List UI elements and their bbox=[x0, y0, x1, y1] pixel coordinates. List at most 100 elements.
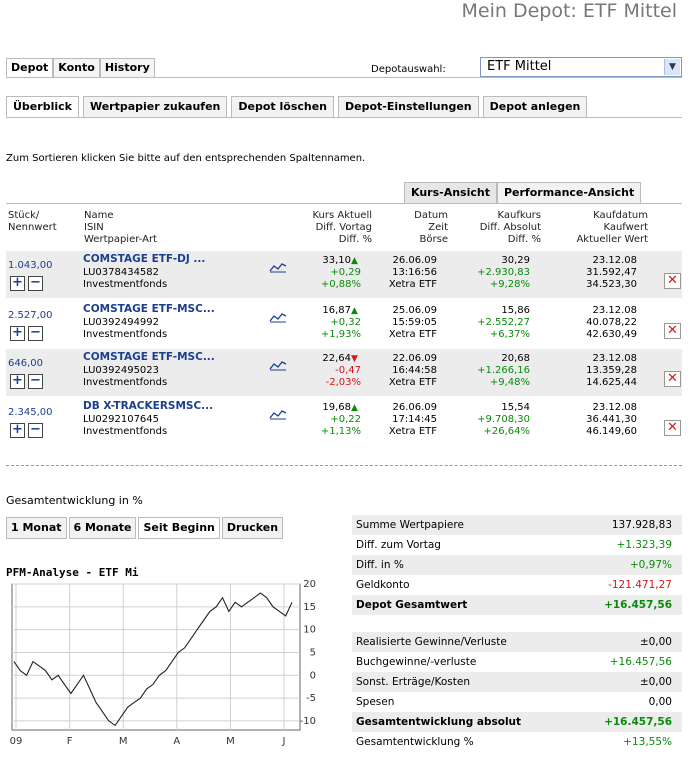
boerse: Xetra ETF bbox=[388, 279, 437, 290]
zeit: 13:16:56 bbox=[392, 267, 437, 278]
summary-value: 0,00 bbox=[648, 696, 672, 708]
tab-depot-anlegen[interactable]: Depot anlegen bbox=[482, 96, 588, 117]
tab-depot-loeschen[interactable]: Depot löschen bbox=[231, 96, 335, 117]
qty: 1.043,00 bbox=[8, 260, 53, 271]
summary-row: Spesen 0,00 bbox=[352, 692, 682, 712]
trend-arrow-icon: ▲ bbox=[351, 306, 358, 316]
diff-absolut: +9.708,30 bbox=[477, 414, 530, 425]
mini-chart-icon[interactable] bbox=[269, 359, 287, 371]
security-type: Investmentfonds bbox=[83, 426, 168, 437]
zeit: 15:59:05 bbox=[392, 317, 437, 328]
boerse: Xetra ETF bbox=[388, 426, 437, 437]
diff-absolut: +2.930,83 bbox=[477, 267, 530, 278]
y-tick-label: 20 bbox=[303, 579, 316, 590]
col-header-datum[interactable]: Datum Zeit Börse bbox=[414, 210, 448, 246]
tab-depot-einstellungen[interactable]: Depot-Einstellungen bbox=[338, 96, 479, 117]
diff-vortag: +0,29 bbox=[330, 267, 361, 278]
page-title: Mein Depot: ETF Mittel bbox=[461, 0, 677, 22]
diff-vortag: -0,47 bbox=[335, 365, 361, 376]
summary-value: +16.457,56 bbox=[604, 599, 672, 611]
remove-button[interactable]: − bbox=[28, 276, 43, 291]
chevron-down-icon[interactable]: ▼ bbox=[664, 59, 680, 75]
security-name-link[interactable]: DB X-TRACKERSMSC... bbox=[83, 400, 213, 412]
col-header-kurs[interactable]: Kurs Aktuell Diff. Vortag Diff. % bbox=[313, 210, 373, 246]
sub-tabs: Überblick Wertpapier zukaufen Depot lösc… bbox=[6, 96, 588, 117]
section-divider bbox=[6, 465, 682, 466]
sort-hint: Zum Sortieren klicken Sie bitte auf den … bbox=[6, 153, 366, 164]
boerse: Xetra ETF bbox=[388, 329, 437, 340]
tab-6-monate[interactable]: 6 Monate bbox=[68, 517, 137, 539]
summary-row: Realisierte Gewinne/Verluste ±0,00 bbox=[352, 632, 682, 652]
delete-icon[interactable]: ✕ bbox=[664, 273, 681, 289]
tab-ueberblick[interactable]: Überblick bbox=[6, 96, 79, 117]
table-row: 646,00 + − COMSTAGE ETF-MSC... LU0392495… bbox=[6, 349, 682, 396]
kaufdatum: 23.12.08 bbox=[592, 402, 637, 413]
col-header-stueck[interactable]: Stück/Nennwert bbox=[8, 210, 57, 234]
y-tick-label: 10 bbox=[303, 625, 316, 636]
kaufdatum: 23.12.08 bbox=[592, 255, 637, 266]
diff-absolut: +1.266,16 bbox=[477, 365, 530, 376]
y-tick-label: -5 bbox=[306, 693, 316, 704]
x-tick-label: F bbox=[67, 736, 73, 747]
summary-label: Summe Wertpapiere bbox=[356, 519, 464, 531]
tabs-divider bbox=[6, 77, 682, 78]
qty: 646,00 bbox=[8, 358, 43, 369]
aktueller-wert: 14.625,44 bbox=[586, 377, 637, 388]
trend-arrow-icon: ▲ bbox=[351, 256, 358, 266]
tab-wertpapier-zukaufen[interactable]: Wertpapier zukaufen bbox=[82, 96, 228, 117]
remove-button[interactable]: − bbox=[28, 423, 43, 438]
datum: 26.06.09 bbox=[392, 255, 437, 266]
main-tabs: Depot Konto History bbox=[6, 58, 155, 77]
summary-value: ±0,00 bbox=[639, 636, 672, 648]
security-name-link[interactable]: COMSTAGE ETF-MSC... bbox=[83, 303, 215, 315]
summary-row: Gesamtentwicklung % +13,55% bbox=[352, 732, 682, 752]
diff-absolut: +2.552,27 bbox=[477, 317, 530, 328]
remove-button[interactable]: − bbox=[28, 326, 43, 341]
add-button[interactable]: + bbox=[10, 423, 25, 438]
delete-icon[interactable]: ✕ bbox=[664, 323, 681, 339]
add-button[interactable]: + bbox=[10, 374, 25, 389]
isin: LU0292107645 bbox=[83, 414, 160, 425]
kaufwert: 36.441,30 bbox=[586, 414, 637, 425]
col-header-kaufkurs[interactable]: Kaufkurs Diff. Absolut Diff. % bbox=[480, 210, 541, 246]
remove-button[interactable]: − bbox=[28, 374, 43, 389]
security-name-link[interactable]: COMSTAGE ETF-MSC... bbox=[83, 351, 215, 363]
isin: LU0378434582 bbox=[83, 267, 160, 278]
summary-value: +16.457,56 bbox=[609, 656, 672, 668]
summary-label: Depot Gesamtwert bbox=[356, 599, 468, 611]
security-name-link[interactable]: COMSTAGE ETF-DJ ... bbox=[83, 253, 205, 265]
mini-chart-icon[interactable] bbox=[269, 408, 287, 420]
mini-chart-icon[interactable] bbox=[269, 261, 287, 273]
summary-label: Gesamtentwicklung absolut bbox=[356, 716, 522, 728]
tab-konto[interactable]: Konto bbox=[53, 58, 100, 77]
add-button[interactable]: + bbox=[10, 326, 25, 341]
col-header-kaufdatum[interactable]: Kaufdatum Kaufwert Aktueller Wert bbox=[576, 210, 648, 246]
x-tick-label: 09 bbox=[10, 736, 23, 747]
summary-value: ±0,00 bbox=[639, 676, 672, 688]
mini-chart-icon[interactable] bbox=[269, 311, 287, 323]
add-button[interactable]: + bbox=[10, 276, 25, 291]
diff-pct-kauf: +26,64% bbox=[483, 426, 530, 437]
diff-pct: +1,93% bbox=[320, 329, 361, 340]
qty: 2.345,00 bbox=[8, 407, 53, 418]
delete-icon[interactable]: ✕ bbox=[664, 371, 681, 387]
diff-pct-kauf: +9,28% bbox=[489, 279, 530, 290]
diff-pct: +0,88% bbox=[320, 279, 361, 290]
summary-value: +16.457,56 bbox=[604, 716, 672, 728]
tab-depot[interactable]: Depot bbox=[6, 58, 54, 77]
tab-performance-ansicht[interactable]: Performance-Ansicht bbox=[496, 182, 642, 204]
summary-label: Diff. in % bbox=[356, 559, 404, 571]
tab-kurs-ansicht[interactable]: Kurs-Ansicht bbox=[404, 182, 497, 204]
summary-value: +13,55% bbox=[623, 736, 672, 748]
tab-1-monat[interactable]: 1 Monat bbox=[6, 517, 67, 539]
drucken-button[interactable]: Drucken bbox=[221, 517, 284, 539]
summary-value: +1.323,39 bbox=[616, 539, 672, 551]
col-header-name[interactable]: Name ISIN Wertpapier-Art bbox=[84, 210, 157, 246]
delete-icon[interactable]: ✕ bbox=[664, 420, 681, 436]
depot-select[interactable]: ETF Mittel ▼ bbox=[480, 57, 682, 77]
tab-seit-beginn[interactable]: Seit Beginn bbox=[138, 517, 220, 539]
summary-table-2: Realisierte Gewinne/Verluste ±0,00 Buchge… bbox=[352, 632, 682, 752]
tab-history[interactable]: History bbox=[99, 58, 155, 77]
kaufdatum: 23.12.08 bbox=[592, 353, 637, 364]
table-row: 2.527,00 + − COMSTAGE ETF-MSC... LU03924… bbox=[6, 301, 682, 348]
